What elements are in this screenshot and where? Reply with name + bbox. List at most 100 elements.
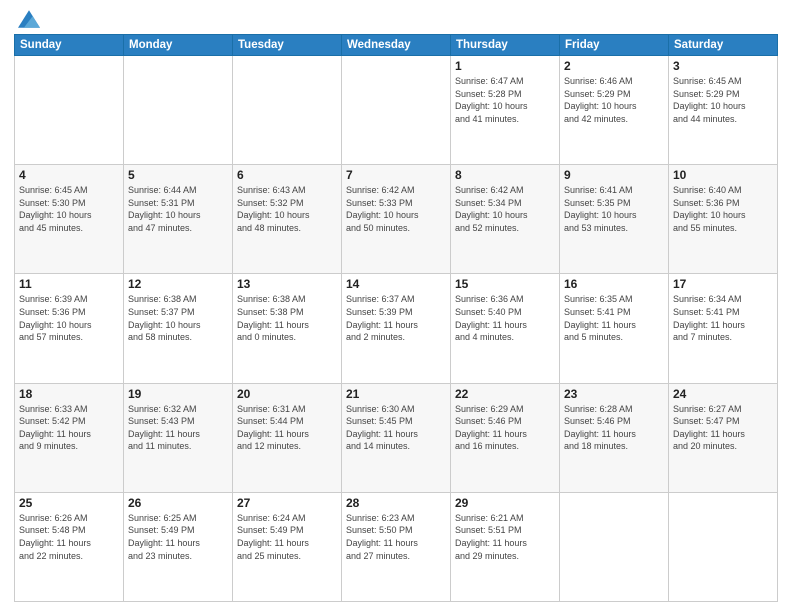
calendar-cell: 19 Sunrise: 6:32 AM Sunset: 5:43 PM Dayli… <box>124 383 233 492</box>
day-info: Sunrise: 6:40 AM Sunset: 5:36 PM Dayligh… <box>673 184 773 234</box>
day-info: Sunrise: 6:37 AM Sunset: 5:39 PM Dayligh… <box>346 293 446 343</box>
calendar: SundayMondayTuesdayWednesdayThursdayFrid… <box>14 34 778 602</box>
calendar-cell: 6 Sunrise: 6:43 AM Sunset: 5:32 PM Daylig… <box>233 165 342 274</box>
day-number: 20 <box>237 387 337 401</box>
calendar-cell: 10 Sunrise: 6:40 AM Sunset: 5:36 PM Dayli… <box>669 165 778 274</box>
day-info: Sunrise: 6:46 AM Sunset: 5:29 PM Dayligh… <box>564 75 664 125</box>
day-number: 12 <box>128 277 228 291</box>
calendar-cell: 27Sunrise: 6:24 AM Sunset: 5:49 PM Dayli… <box>233 492 342 601</box>
day-info: Sunrise: 6:24 AM Sunset: 5:49 PM Dayligh… <box>237 512 337 562</box>
calendar-header-row: SundayMondayTuesdayWednesdayThursdayFrid… <box>15 35 778 56</box>
calendar-cell: 4 Sunrise: 6:45 AM Sunset: 5:30 PM Daylig… <box>15 165 124 274</box>
day-info: Sunrise: 6:27 AM Sunset: 5:47 PM Dayligh… <box>673 403 773 453</box>
day-number: 7 <box>346 168 446 182</box>
calendar-cell: 24 Sunrise: 6:27 AM Sunset: 5:47 PM Dayli… <box>669 383 778 492</box>
calendar-header-tuesday: Tuesday <box>233 35 342 56</box>
day-number: 17 <box>673 277 773 291</box>
calendar-cell: 16 Sunrise: 6:35 AM Sunset: 5:41 PM Dayli… <box>560 274 669 383</box>
calendar-cell: 15 Sunrise: 6:36 AM Sunset: 5:40 PM Dayli… <box>451 274 560 383</box>
day-info: Sunrise: 6:26 AM Sunset: 5:48 PM Dayligh… <box>19 512 119 562</box>
day-number: 24 <box>673 387 773 401</box>
calendar-cell: 13 Sunrise: 6:38 AM Sunset: 5:38 PM Dayli… <box>233 274 342 383</box>
calendar-cell: 8 Sunrise: 6:42 AM Sunset: 5:34 PM Daylig… <box>451 165 560 274</box>
day-number: 6 <box>237 168 337 182</box>
calendar-cell: 20 Sunrise: 6:31 AM Sunset: 5:44 PM Dayli… <box>233 383 342 492</box>
day-number: 10 <box>673 168 773 182</box>
day-info: Sunrise: 6:42 AM Sunset: 5:33 PM Dayligh… <box>346 184 446 234</box>
calendar-header-wednesday: Wednesday <box>342 35 451 56</box>
calendar-cell: 14 Sunrise: 6:37 AM Sunset: 5:39 PM Dayli… <box>342 274 451 383</box>
calendar-cell <box>669 492 778 601</box>
day-number: 8 <box>455 168 555 182</box>
calendar-cell <box>124 56 233 165</box>
calendar-cell: 25Sunrise: 6:26 AM Sunset: 5:48 PM Dayli… <box>15 492 124 601</box>
day-number: 21 <box>346 387 446 401</box>
day-info: Sunrise: 6:30 AM Sunset: 5:45 PM Dayligh… <box>346 403 446 453</box>
calendar-week-row: 11 Sunrise: 6:39 AM Sunset: 5:36 PM Dayli… <box>15 274 778 383</box>
logo <box>14 10 40 28</box>
day-info: Sunrise: 6:36 AM Sunset: 5:40 PM Dayligh… <box>455 293 555 343</box>
day-info: Sunrise: 6:25 AM Sunset: 5:49 PM Dayligh… <box>128 512 228 562</box>
day-info: Sunrise: 6:39 AM Sunset: 5:36 PM Dayligh… <box>19 293 119 343</box>
day-number: 9 <box>564 168 664 182</box>
calendar-header-saturday: Saturday <box>669 35 778 56</box>
day-number: 16 <box>564 277 664 291</box>
calendar-week-row: 18Sunrise: 6:33 AM Sunset: 5:42 PM Dayli… <box>15 383 778 492</box>
day-number: 15 <box>455 277 555 291</box>
day-info: Sunrise: 6:38 AM Sunset: 5:38 PM Dayligh… <box>237 293 337 343</box>
day-info: Sunrise: 6:47 AM Sunset: 5:28 PM Dayligh… <box>455 75 555 125</box>
day-number: 3 <box>673 59 773 73</box>
day-info: Sunrise: 6:38 AM Sunset: 5:37 PM Dayligh… <box>128 293 228 343</box>
day-number: 22 <box>455 387 555 401</box>
day-info: Sunrise: 6:29 AM Sunset: 5:46 PM Dayligh… <box>455 403 555 453</box>
day-info: Sunrise: 6:28 AM Sunset: 5:46 PM Dayligh… <box>564 403 664 453</box>
calendar-cell: 11 Sunrise: 6:39 AM Sunset: 5:36 PM Dayli… <box>15 274 124 383</box>
day-info: Sunrise: 6:42 AM Sunset: 5:34 PM Dayligh… <box>455 184 555 234</box>
day-number: 11 <box>19 277 119 291</box>
day-number: 13 <box>237 277 337 291</box>
calendar-week-row: 4 Sunrise: 6:45 AM Sunset: 5:30 PM Daylig… <box>15 165 778 274</box>
day-info: Sunrise: 6:45 AM Sunset: 5:30 PM Dayligh… <box>19 184 119 234</box>
header <box>14 10 778 28</box>
calendar-cell: 2 Sunrise: 6:46 AM Sunset: 5:29 PM Daylig… <box>560 56 669 165</box>
logo-icon <box>18 10 40 28</box>
calendar-week-row: 25Sunrise: 6:26 AM Sunset: 5:48 PM Dayli… <box>15 492 778 601</box>
day-info: Sunrise: 6:23 AM Sunset: 5:50 PM Dayligh… <box>346 512 446 562</box>
day-number: 26 <box>128 496 228 510</box>
calendar-cell <box>560 492 669 601</box>
calendar-week-row: 1Sunrise: 6:47 AM Sunset: 5:28 PM Daylig… <box>15 56 778 165</box>
day-info: Sunrise: 6:31 AM Sunset: 5:44 PM Dayligh… <box>237 403 337 453</box>
day-info: Sunrise: 6:43 AM Sunset: 5:32 PM Dayligh… <box>237 184 337 234</box>
calendar-cell: 9Sunrise: 6:41 AM Sunset: 5:35 PM Daylig… <box>560 165 669 274</box>
calendar-cell: 17 Sunrise: 6:34 AM Sunset: 5:41 PM Dayli… <box>669 274 778 383</box>
calendar-header-monday: Monday <box>124 35 233 56</box>
day-info: Sunrise: 6:34 AM Sunset: 5:41 PM Dayligh… <box>673 293 773 343</box>
calendar-header-friday: Friday <box>560 35 669 56</box>
calendar-cell: 1Sunrise: 6:47 AM Sunset: 5:28 PM Daylig… <box>451 56 560 165</box>
calendar-cell <box>342 56 451 165</box>
day-number: 28 <box>346 496 446 510</box>
day-number: 18 <box>19 387 119 401</box>
day-info: Sunrise: 6:32 AM Sunset: 5:43 PM Dayligh… <box>128 403 228 453</box>
calendar-cell: 3 Sunrise: 6:45 AM Sunset: 5:29 PM Daylig… <box>669 56 778 165</box>
day-number: 4 <box>19 168 119 182</box>
page: SundayMondayTuesdayWednesdayThursdayFrid… <box>0 0 792 612</box>
day-number: 2 <box>564 59 664 73</box>
calendar-cell: 28 Sunrise: 6:23 AM Sunset: 5:50 PM Dayli… <box>342 492 451 601</box>
calendar-cell: 18Sunrise: 6:33 AM Sunset: 5:42 PM Dayli… <box>15 383 124 492</box>
calendar-cell: 29Sunrise: 6:21 AM Sunset: 5:51 PM Dayli… <box>451 492 560 601</box>
calendar-cell <box>233 56 342 165</box>
calendar-cell: 5Sunrise: 6:44 AM Sunset: 5:31 PM Daylig… <box>124 165 233 274</box>
calendar-cell: 22 Sunrise: 6:29 AM Sunset: 5:46 PM Dayli… <box>451 383 560 492</box>
calendar-header-sunday: Sunday <box>15 35 124 56</box>
calendar-cell <box>15 56 124 165</box>
calendar-header-thursday: Thursday <box>451 35 560 56</box>
calendar-cell: 23 Sunrise: 6:28 AM Sunset: 5:46 PM Dayli… <box>560 383 669 492</box>
day-number: 19 <box>128 387 228 401</box>
day-number: 14 <box>346 277 446 291</box>
calendar-cell: 12 Sunrise: 6:38 AM Sunset: 5:37 PM Dayli… <box>124 274 233 383</box>
calendar-cell: 26 Sunrise: 6:25 AM Sunset: 5:49 PM Dayli… <box>124 492 233 601</box>
day-info: Sunrise: 6:45 AM Sunset: 5:29 PM Dayligh… <box>673 75 773 125</box>
day-info: Sunrise: 6:35 AM Sunset: 5:41 PM Dayligh… <box>564 293 664 343</box>
day-number: 23 <box>564 387 664 401</box>
